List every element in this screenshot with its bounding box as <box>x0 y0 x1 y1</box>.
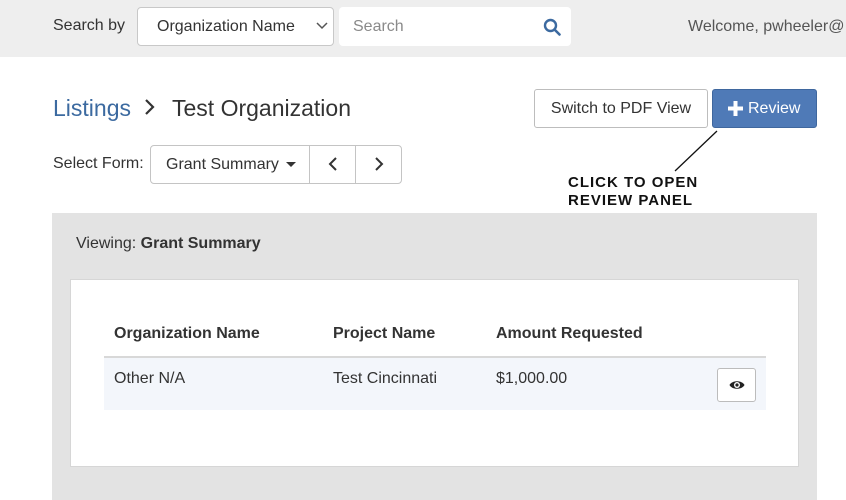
search-input[interactable] <box>339 7 571 46</box>
form-dropdown[interactable]: Grant Summary <box>151 146 310 183</box>
next-form-button[interactable] <box>356 146 401 183</box>
viewing-prefix: Viewing: <box>76 235 141 252</box>
cell-organization: Other N/A <box>114 370 186 387</box>
previous-form-button[interactable] <box>310 146 356 183</box>
viewing-form-name: Grant Summary <box>140 235 261 252</box>
eye-icon <box>729 381 745 389</box>
review-button-label: Review <box>748 100 801 117</box>
chevron-left-icon <box>328 157 337 171</box>
search-icon[interactable] <box>543 18 561 36</box>
cell-project: Test Cincinnati <box>333 370 438 387</box>
chevron-right-icon <box>145 99 155 115</box>
switch-to-pdf-button[interactable]: Switch to PDF View <box>534 89 708 128</box>
caret-down-icon <box>286 162 296 167</box>
summary-table-card: Organization Name Project Name Amount Re… <box>70 279 799 467</box>
search-field-select[interactable]: Organization Name <box>137 7 334 46</box>
annotation-line-2: REVIEW PANEL <box>568 192 694 209</box>
page-title: Test Organization <box>172 95 351 121</box>
chevron-right-icon <box>375 157 384 171</box>
search-by-label: Search by <box>53 17 126 34</box>
view-row-button[interactable] <box>717 368 756 402</box>
chevron-down-icon <box>316 22 328 30</box>
annotation-line-1: CLICK TO OPEN <box>568 174 699 191</box>
breadcrumb-listings-link[interactable]: Listings <box>53 95 131 122</box>
search-field-value: Organization Name <box>157 18 295 35</box>
review-button[interactable]: Review <box>712 89 817 128</box>
viewing-label: Viewing: Grant Summary <box>76 235 261 253</box>
welcome-text[interactable]: Welcome, pwheeler@ <box>688 18 844 36</box>
form-panel: Viewing: Grant Summary Organization Name… <box>52 213 817 500</box>
select-form-label: Select Form: <box>53 155 144 172</box>
table-row: Other N/A Test Cincinnati $1,000.00 <box>104 358 766 410</box>
column-header-organization: Organization Name <box>114 325 260 342</box>
form-selector-group: Grant Summary <box>150 145 402 184</box>
column-header-project: Project Name <box>333 325 436 342</box>
cell-amount: $1,000.00 <box>496 370 568 387</box>
annotation-text: CLICK TO OPEN REVIEW PANEL <box>568 174 728 210</box>
top-bar: Search by Organization Name Welcome, pwh… <box>0 0 846 57</box>
form-dropdown-value: Grant Summary <box>166 156 279 173</box>
plus-icon <box>728 101 743 116</box>
column-header-amount: Amount Requested <box>496 325 643 342</box>
